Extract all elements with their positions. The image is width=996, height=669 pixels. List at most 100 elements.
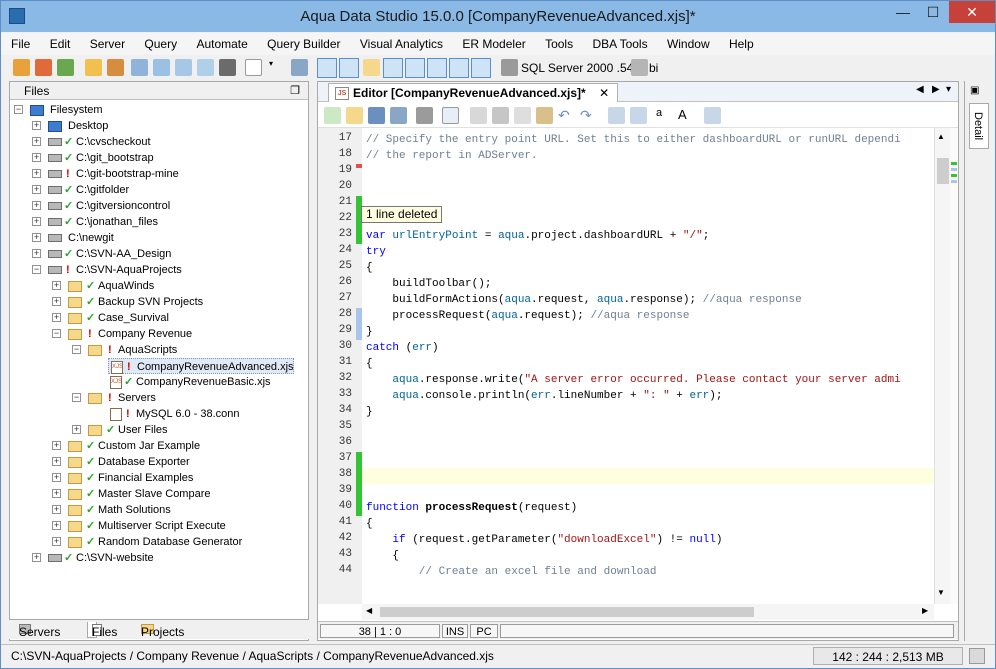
- expand-icon[interactable]: +: [32, 169, 41, 178]
- cut-icon[interactable]: [492, 107, 509, 124]
- expand-icon[interactable]: +: [52, 297, 61, 306]
- menu-visual-analytics[interactable]: Visual Analytics: [354, 33, 449, 55]
- new-file-icon[interactable]: [324, 107, 341, 124]
- expand-icon[interactable]: +: [32, 201, 41, 210]
- list-view-icon[interactable]: [405, 58, 425, 78]
- connect-icon[interactable]: [35, 59, 52, 76]
- tab-prev-icon[interactable]: ◀: [916, 84, 924, 95]
- insert-mode[interactable]: INS: [442, 624, 468, 638]
- expand-icon[interactable]: +: [32, 233, 41, 242]
- expand-icon[interactable]: +: [32, 185, 41, 194]
- menu-automate[interactable]: Automate: [190, 33, 253, 55]
- menu-er-modeler[interactable]: ER Modeler: [456, 33, 531, 55]
- menu-query[interactable]: Query: [138, 33, 183, 55]
- table-data-icon[interactable]: [131, 59, 148, 76]
- menu-help[interactable]: Help: [723, 33, 760, 55]
- expand-icon[interactable]: +: [52, 281, 61, 290]
- close-tab-icon[interactable]: ✕: [599, 86, 609, 100]
- expand-icon[interactable]: +: [32, 137, 41, 146]
- compare-icon[interactable]: [175, 59, 192, 76]
- menu-window[interactable]: Window: [661, 33, 716, 55]
- script-icon[interactable]: [107, 59, 124, 76]
- garbage-collect-icon[interactable]: [969, 648, 985, 664]
- server-label[interactable]: SQL Server 2000 .54: [521, 61, 633, 75]
- chart-view-icon[interactable]: [471, 58, 491, 78]
- expand-icon[interactable]: +: [32, 553, 41, 562]
- expand-icon[interactable]: +: [32, 249, 41, 258]
- history-icon[interactable]: [197, 59, 214, 76]
- tab-files[interactable]: Files: [87, 622, 117, 639]
- scroll-up-icon[interactable]: ▲: [937, 132, 945, 141]
- paste-icon[interactable]: [536, 107, 553, 124]
- document-icon[interactable]: [245, 59, 262, 76]
- split-view-icon[interactable]: [449, 58, 469, 78]
- scroll-thumb[interactable]: [937, 158, 949, 184]
- expand-icon[interactable]: +: [32, 153, 41, 162]
- menu-dba-tools[interactable]: DBA Tools: [586, 33, 653, 55]
- menu-file[interactable]: File: [5, 33, 36, 55]
- layout-2-icon[interactable]: [339, 58, 359, 78]
- line-ending-mode[interactable]: PC: [470, 624, 498, 638]
- menu-edit[interactable]: Edit: [44, 33, 77, 55]
- schema-browser-icon[interactable]: [153, 59, 170, 76]
- expand-icon[interactable]: +: [32, 121, 41, 130]
- expand-icon[interactable]: +: [52, 537, 61, 546]
- expand-icon[interactable]: +: [52, 457, 61, 466]
- menu-tools[interactable]: Tools: [539, 33, 579, 55]
- tab-next-icon[interactable]: ▶: [932, 84, 940, 95]
- grid-view-icon[interactable]: [383, 58, 403, 78]
- vertical-scrollbar[interactable]: ▲ ▼: [934, 128, 950, 604]
- menu-query-builder[interactable]: Query Builder: [261, 33, 346, 55]
- tree-item-companyrevenueadvanced[interactable]: XJS ! CompanyRevenueAdvanced.xjs: [108, 358, 294, 374]
- collapse-icon[interactable]: −: [72, 393, 81, 402]
- menu-server[interactable]: Server: [84, 33, 131, 55]
- tab-list-icon[interactable]: ▾: [946, 84, 951, 95]
- maximize-button[interactable]: ☐: [919, 1, 947, 23]
- font-smaller-icon[interactable]: a: [656, 107, 673, 124]
- font-larger-icon[interactable]: A: [678, 107, 695, 124]
- copy-icon[interactable]: [514, 107, 531, 124]
- expand-icon[interactable]: +: [52, 521, 61, 530]
- expand-icon[interactable]: +: [52, 473, 61, 482]
- find-icon[interactable]: [608, 107, 625, 124]
- pin-icon[interactable]: ▣: [970, 85, 979, 96]
- minimize-button[interactable]: —: [889, 1, 917, 23]
- expand-icon[interactable]: +: [72, 425, 81, 434]
- page-setup-icon[interactable]: [442, 107, 459, 124]
- find-replace-icon[interactable]: [630, 107, 647, 124]
- editor-tab[interactable]: JS Editor [CompanyRevenueAdvanced.xjs]* …: [328, 83, 619, 102]
- tab-detail[interactable]: Detail: [969, 103, 989, 149]
- save-icon[interactable]: [368, 107, 385, 124]
- terminal-icon[interactable]: [219, 59, 236, 76]
- close-button[interactable]: ✕: [949, 1, 995, 23]
- collapse-icon[interactable]: −: [14, 105, 23, 114]
- expand-icon[interactable]: +: [52, 505, 61, 514]
- collapse-icon[interactable]: −: [72, 345, 81, 354]
- tree-view-icon[interactable]: [427, 58, 447, 78]
- save-all-icon[interactable]: [390, 107, 407, 124]
- undo-icon[interactable]: ↶: [558, 107, 575, 124]
- scroll-down-icon[interactable]: ▼: [937, 588, 945, 597]
- open-file-icon[interactable]: [346, 107, 363, 124]
- horizontal-scrollbar[interactable]: ◀ ▶: [362, 604, 934, 620]
- layout-1-icon[interactable]: [317, 58, 337, 78]
- dropdown-arrow-icon[interactable]: ▾: [269, 59, 277, 76]
- print-icon[interactable]: [416, 107, 433, 124]
- scroll-thumb[interactable]: [380, 607, 754, 617]
- scroll-right-icon[interactable]: ▶: [922, 606, 928, 615]
- restore-panel-icon[interactable]: ❐: [290, 82, 300, 100]
- expand-icon[interactable]: +: [52, 441, 61, 450]
- select-icon[interactable]: [470, 107, 487, 124]
- folder-icon[interactable]: [363, 59, 380, 76]
- query-window-icon[interactable]: [57, 59, 74, 76]
- notes-icon[interactable]: [291, 59, 308, 76]
- automate-icon[interactable]: [85, 59, 102, 76]
- collapse-icon[interactable]: −: [32, 265, 41, 274]
- expand-icon[interactable]: +: [52, 313, 61, 322]
- search-icon[interactable]: [704, 107, 721, 124]
- new-connection-icon[interactable]: [13, 59, 30, 76]
- code-editor[interactable]: // Specify the entry point URL. Set this…: [362, 128, 934, 604]
- scroll-left-icon[interactable]: ◀: [366, 606, 372, 615]
- collapse-icon[interactable]: −: [52, 329, 61, 338]
- expand-icon[interactable]: +: [52, 489, 61, 498]
